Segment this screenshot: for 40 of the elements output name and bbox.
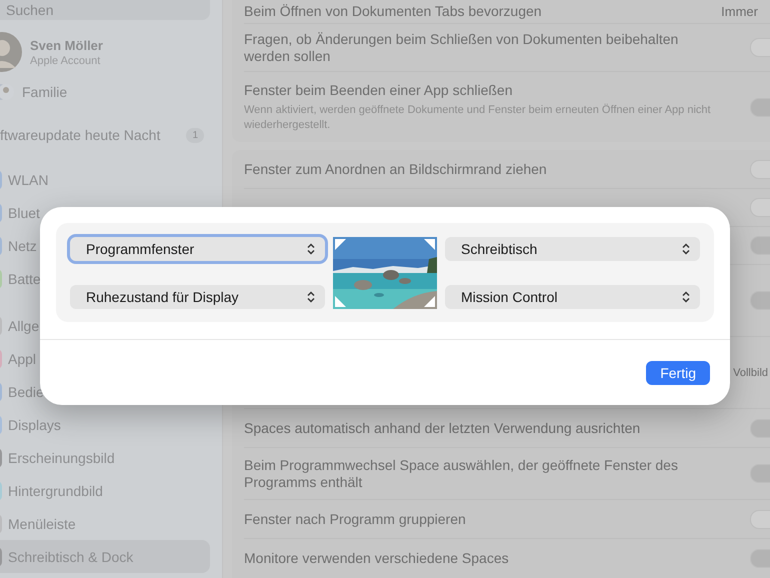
sidebar-item[interactable]: Batte [0,262,41,295]
sidebar-item[interactable]: WLAN [0,163,48,196]
corner-popup[interactable]: Mission Control [445,284,700,308]
sidebar-item[interactable]: Bluet [0,196,40,229]
sidebar-item[interactable]: Erscheinungsbild [0,441,115,474]
sidebar-item[interactable]: Menüleiste [0,507,76,540]
chevron-updown-icon [682,242,690,254]
setting-label: Monitore verwenden verschiedene Spaces [244,550,509,567]
setting-label: Fenster nach Programm gruppieren [244,510,466,528]
setting-label: Fragen, ob Änderungen beim Schließen von Dokumenten beibehalten werden sollen [244,30,680,64]
setting-label: Fenster zum Anordnen an Bildschirmrand ziehen [244,160,547,178]
sidebar-item[interactable]: Displays [0,408,61,441]
setting-description: Wenn aktiviert, werden geöffnete Dokumente und Fenster beim erneuten Öffnen einer App nicht wiederhergestellt. [244,102,712,132]
setting-label: Spaces automatisch anhand der letzten Verwendung ausrichten [244,420,640,436]
chevron-updown-icon [307,242,315,254]
chevron-updown-icon [682,290,690,302]
setting-label: Vollbild [733,366,768,378]
setting-label: Beim Programmwechsel Space auswählen, der geöffnete Fenster des Programms enthält [244,456,679,490]
setting-label: Beim Öffnen von Dokumenten Tabs bevorzugen [244,3,542,20]
triangle-icon [335,238,346,250]
chevron-updown-icon [307,290,315,302]
corner-popup[interactable]: Programmfenster [70,236,325,260]
update-notice[interactable]: ftwareupdate heute Nacht [0,127,160,143]
update-count-badge: 1 [186,128,204,142]
triangle-icon [424,296,435,306]
sidebar-item[interactable]: Bedie [0,375,44,408]
triangle-icon [424,238,435,250]
sidebar-item[interactable]: Netz [0,229,37,262]
popup-value[interactable]: Immer [721,4,758,19]
done-button[interactable]: Fertig [646,361,710,385]
sidebar-item[interactable]: Appl [0,342,36,375]
account-name[interactable]: Sven Möller [30,38,103,52]
setting-label: Fenster beim Beenden einer App schließen [244,82,514,98]
triangle-icon [335,296,346,306]
corner-popup[interactable]: Ruhezustand für Display [70,284,325,308]
sidebar-item[interactable]: Allge [0,309,40,342]
corner-popup[interactable]: Schreibtisch [445,236,700,260]
search-field[interactable]: Suchen [0,0,210,20]
sidebar-item[interactable]: Familie [22,84,68,100]
sidebar-item[interactable]: Hintergrundbild [0,474,103,507]
